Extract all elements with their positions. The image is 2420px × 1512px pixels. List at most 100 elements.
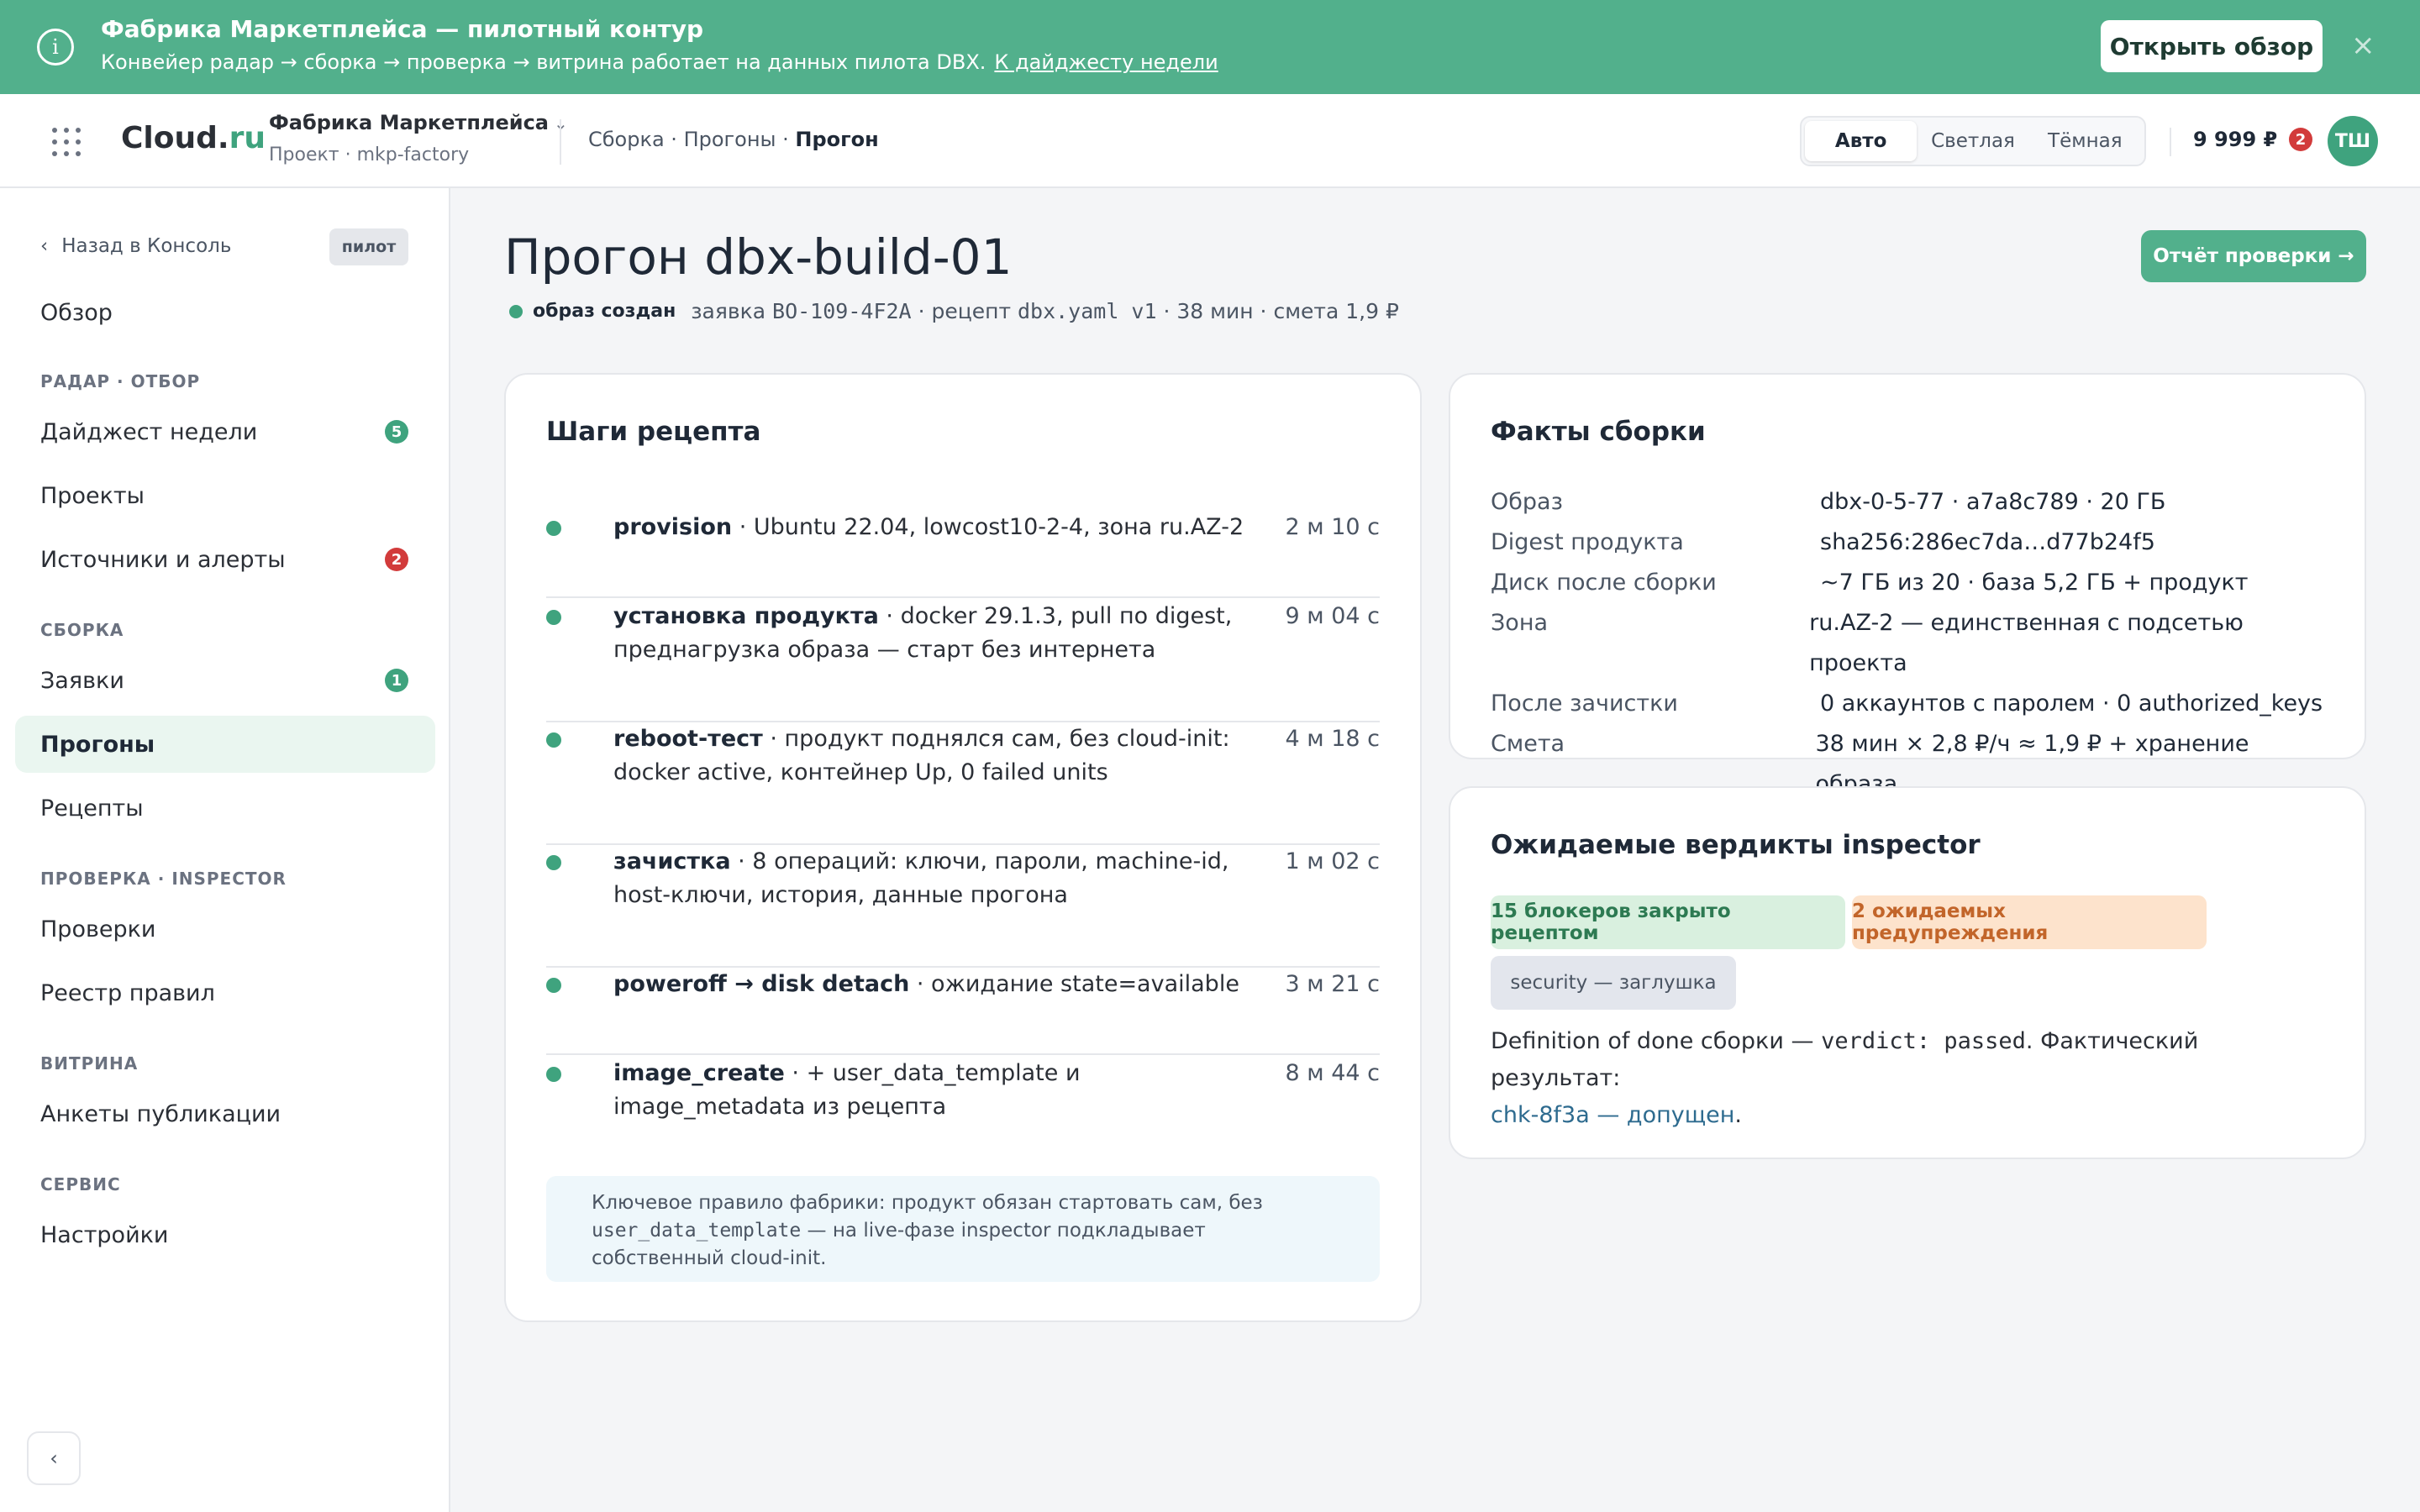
fact-row: Образ dbx-0-5-77 · a7a8c789 · 20 ГБ (1491, 482, 2331, 522)
breadcrumb-path[interactable]: Сборка · Прогоны · (588, 128, 789, 151)
verdict-code: verdict: passed (1821, 1028, 2026, 1054)
sidebar-item-label: Анкеты публикации (40, 1100, 281, 1127)
project-name: Фабрика Маркетплейса (269, 111, 549, 134)
divider (560, 119, 561, 165)
check-result-link[interactable]: chk-8f3a — допущен (1491, 1102, 1734, 1128)
report-button[interactable]: Отчёт проверки → (2141, 230, 2366, 282)
meta-request-id[interactable]: BO-109-4F2A (772, 299, 912, 323)
banner-digest-link[interactable]: К дайджесту недели (994, 50, 1218, 74)
step-duration: 2 м 10 с (1285, 514, 1381, 540)
sidebar-item-sources[interactable]: Источники и алерты 2 (15, 531, 435, 588)
sidebar-item-forms[interactable]: Анкеты публикации (15, 1085, 435, 1142)
sidebar-group-radar: РАДАР · ОТБОР (40, 371, 201, 391)
sidebar-item-recipes[interactable]: Рецепты (15, 780, 435, 837)
step-duration: 3 м 21 с (1285, 971, 1381, 997)
sidebar-item-digest[interactable]: Дайджест недели 5 (15, 403, 435, 460)
fact-value: sha256:286ec7da…d77b24f5 (1820, 529, 2155, 555)
step-duration: 8 м 44 с (1285, 1060, 1381, 1086)
notifications-badge[interactable]: 2 (2289, 128, 2312, 151)
sidebar-group-showcase: ВИТРИНА (40, 1053, 139, 1074)
avatar[interactable]: ТШ (2328, 116, 2378, 166)
sidebar-item-label: Проверки (40, 916, 156, 942)
factory-rule-note: Ключевое правило фабрики: продукт обязан… (546, 1176, 1380, 1282)
step-name: зачистка (613, 848, 731, 874)
collapse-sidebar-button[interactable]: ‹ (27, 1431, 81, 1485)
back-label: Назад в Консоль (61, 235, 232, 257)
sidebar-item-label: Заявки (40, 667, 124, 694)
tag-expected-warnings: 2 ожидаемых предупреждения (1852, 895, 2207, 949)
step-row: зачистка · 8 операций: ключи, пароли, ma… (546, 845, 1380, 968)
step-row: установка продукта · docker 29.1.3, pull… (546, 600, 1380, 722)
status-dot (546, 610, 561, 625)
step-name: установка продукта (613, 603, 879, 629)
sidebar-item-label: Прогоны (40, 731, 155, 758)
status-dot (509, 304, 523, 318)
facts-list: Образ dbx-0-5-77 · a7a8c789 · 20 ГБ Diges… (1491, 482, 2331, 805)
sidebar-group-build: СБОРКА (40, 620, 124, 640)
logo-main: Cloud. (121, 121, 229, 155)
back-to-console-link[interactable]: ‹ Назад в Консоль (40, 235, 231, 257)
project-switcher[interactable]: Фабрика Маркетплейса⌄ Проект · mkp-facto… (269, 111, 568, 165)
sidebar-item-runs[interactable]: Прогоны (15, 716, 435, 773)
fact-key: Диск после сборки (1491, 570, 1717, 596)
step-row: poweroff → disk detach · ожидание state=… (546, 968, 1380, 1055)
breadcrumb: Сборка · Прогоны · Прогон (588, 128, 879, 151)
balance[interactable]: 9 999 ₽ (2193, 128, 2277, 151)
sidebar-item-requests[interactable]: Заявки 1 (15, 652, 435, 709)
banner-subtitle: Конвейер радар → сборка → проверка → вит… (101, 50, 1218, 74)
sidebar-item-checks[interactable]: Проверки (15, 900, 435, 958)
theme-light[interactable]: Светлая (1917, 121, 2028, 161)
step-name: reboot-тест (613, 726, 763, 752)
banner-title: Фабрика Маркетплейса — пилотный контур (101, 15, 704, 43)
fact-key: Образ (1491, 489, 1563, 515)
sidebar-item-label: Источники и алерты (40, 546, 286, 573)
status-dot (546, 1067, 561, 1082)
verdict-text: Definition of done сборки — verdict: pas… (1491, 1023, 2331, 1134)
fact-value: dbx-0-5-77 · a7a8c789 · 20 ГБ (1820, 489, 2166, 515)
theme-auto[interactable]: Авто (1805, 121, 1918, 161)
sidebar-item-label: Дайджест недели (40, 418, 258, 445)
status-dot (546, 855, 561, 870)
fact-key: Зона (1491, 610, 1549, 636)
logo-accent: ru (229, 121, 266, 155)
meta-recipe[interactable]: dbx.yaml v1 (1018, 299, 1157, 323)
step-name: poweroff → disk detach (613, 971, 910, 997)
fact-value: 0 аккаунтов с паролем · 0 authorized_key… (1820, 690, 2323, 717)
sidebar-item-projects[interactable]: Проекты (15, 467, 435, 524)
fact-row: Зона ru.AZ-2 — единственная с подсетью пр… (1491, 603, 2331, 684)
fact-value: ~7 ГБ из 20 · база 5,2 ГБ + продукт (1820, 570, 2249, 596)
step-desc: · ожидание state=available (909, 971, 1239, 997)
count-badge: 5 (385, 420, 408, 444)
fact-value: ru.AZ-2 — единственная с подсетью проект… (1809, 610, 2244, 676)
tag-security-stub: security — заглушка (1491, 956, 1736, 1010)
step-duration: 9 м 04 с (1285, 603, 1381, 629)
sidebar-item-rules[interactable]: Реестр правил (15, 964, 435, 1021)
sidebar-item-label: Проекты (40, 482, 145, 509)
count-badge: 1 (385, 669, 408, 692)
apps-grid-icon[interactable] (52, 128, 81, 156)
status-dot (546, 978, 561, 993)
fact-key: Digest продукта (1491, 529, 1684, 555)
breadcrumb-current: Прогон (795, 128, 879, 151)
step-desc: · Ubuntu 22.04, lowcost10-2-4, зона ru.A… (732, 514, 1244, 540)
pilot-badge: пилот (329, 228, 408, 265)
fact-key: После зачистки (1491, 690, 1678, 717)
logo[interactable]: Cloud.ru (121, 121, 266, 155)
sidebar-item-settings[interactable]: Настройки (15, 1206, 435, 1263)
theme-dark[interactable]: Тёмная (2029, 121, 2141, 161)
sidebar-item-label: Настройки (40, 1221, 169, 1248)
sidebar-item-label: Обзор (40, 299, 113, 326)
sidebar-group-inspect: ПРОВЕРКА · INSPECTOR (40, 869, 287, 889)
sidebar-item-overview[interactable]: Обзор (15, 284, 435, 341)
recipe-steps-card: Шаги рецепта provision · Ubuntu 22.04, l… (504, 373, 1422, 1322)
status-dot (546, 521, 561, 536)
note-code: user_data_template (592, 1220, 802, 1242)
pilot-banner: i Фабрика Маркетплейса — пилотный контур… (0, 0, 2420, 94)
open-overview-button[interactable]: Открыть обзор (2101, 20, 2323, 72)
meta-prefix: заявка (691, 299, 766, 323)
top-header: Cloud.ru Фабрика Маркетплейса⌄ Проект · … (0, 94, 2420, 188)
meta-recipe-label: · рецепт (918, 299, 1012, 323)
chevron-left-icon: ‹ (40, 235, 49, 257)
step-name: provision (613, 514, 733, 540)
close-icon[interactable]: × (2351, 29, 2375, 62)
